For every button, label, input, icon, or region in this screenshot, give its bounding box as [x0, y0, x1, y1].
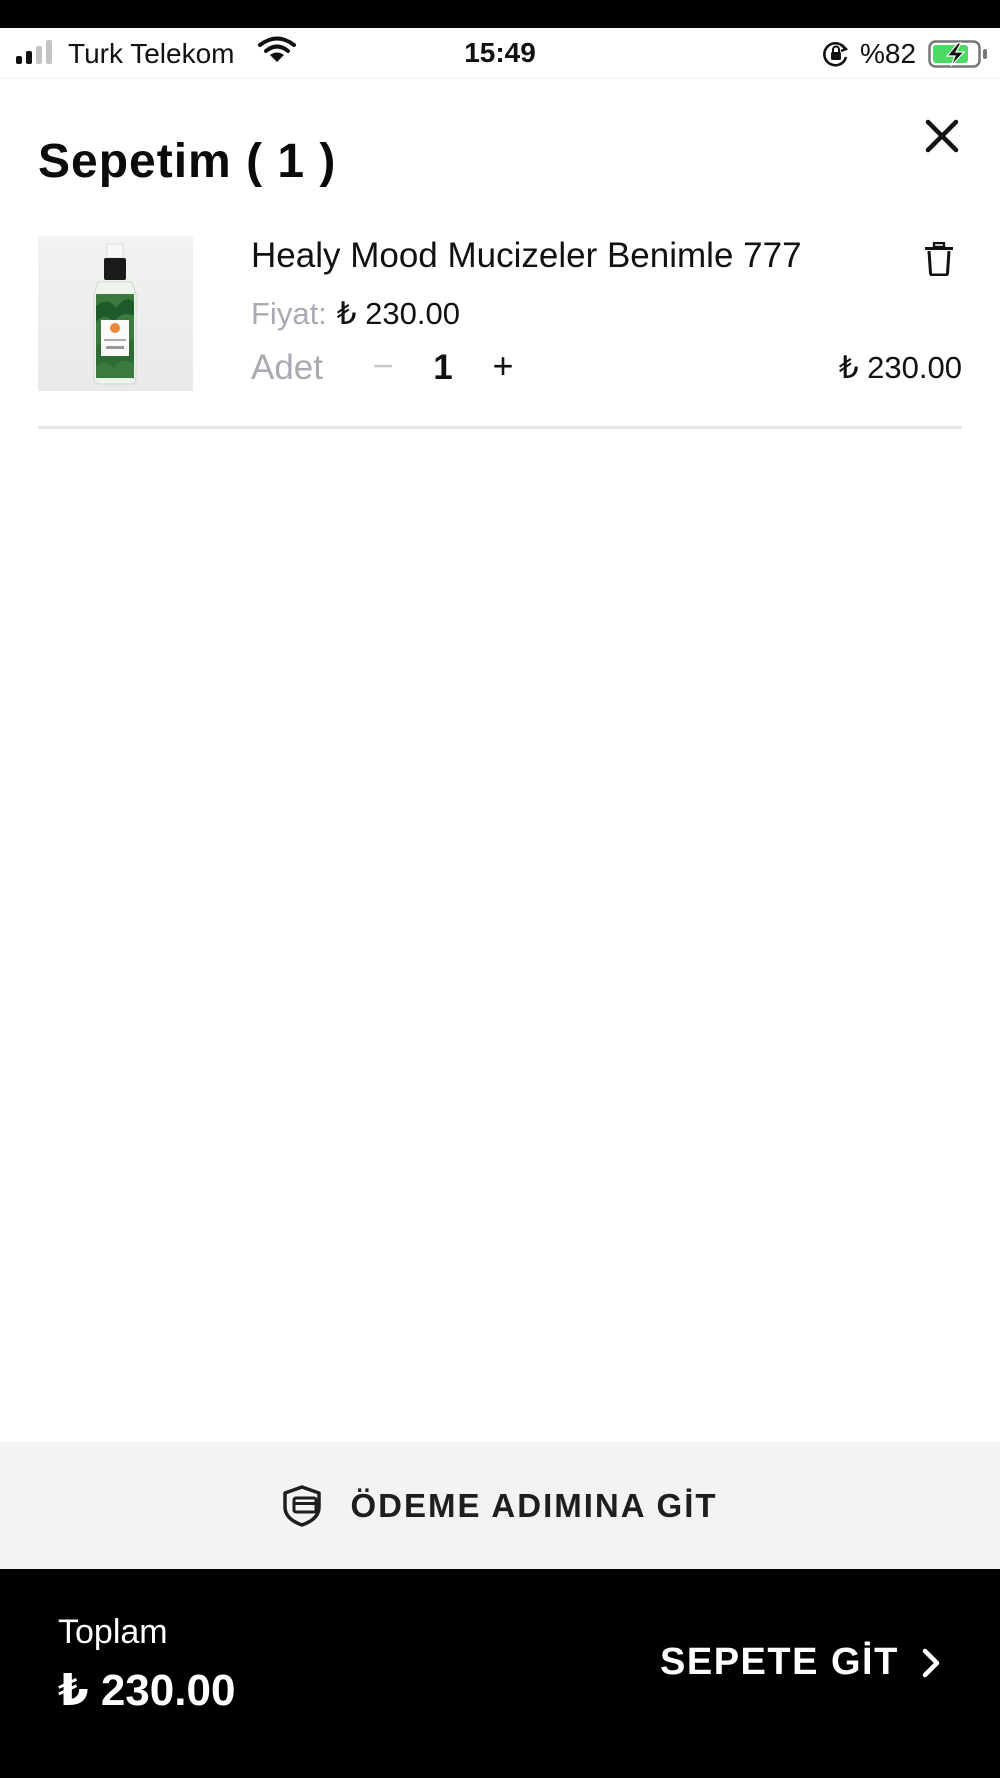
go-to-cart-button[interactable]: SEPETE GİT [660, 1641, 941, 1684]
product-name[interactable]: Healy Mood Mucizeler Benimle 777 [251, 236, 802, 276]
delete-item-button[interactable] [924, 241, 954, 281]
trash-icon [925, 241, 953, 277]
quantity-row: Adet − 1 + ₺ 230.00 [251, 345, 962, 392]
price-row: Fiyat: ₺ 230.00 [251, 296, 460, 332]
go-to-cart-label: SEPETE GİT [660, 1641, 899, 1683]
orientation-lock-icon [822, 40, 850, 73]
product-image[interactable] [38, 236, 193, 391]
total-label: Toplam [58, 1613, 168, 1651]
total-value: ₺ 230.00 [58, 1666, 236, 1715]
checkout-step-button[interactable]: ÖDEME ADIMINA GİT [0, 1442, 1000, 1569]
battery-percent: %82 [860, 38, 917, 69]
status-bar: Turk Telekom 15:49 %82 [0, 28, 1000, 79]
quantity-decrement-button[interactable]: − [363, 345, 403, 387]
top-black-bar [0, 0, 1000, 28]
line-total: ₺ 230.00 [838, 350, 962, 385]
chevron-right-icon [921, 1647, 941, 1679]
close-button[interactable] [920, 114, 964, 158]
quantity-value: 1 [433, 348, 453, 387]
payment-icon [282, 1484, 322, 1527]
cart-item: Healy Mood Mucizeler Benimle 777 Fiyat: ₺… [38, 236, 962, 429]
cart-title: Sepetim ( 1 ) [38, 135, 337, 188]
unit-price: ₺ 230.00 [336, 296, 460, 331]
cart-footer: Toplam ₺ 230.00 SEPETE GİT [0, 1569, 1000, 1778]
price-label: Fiyat: [251, 296, 327, 331]
checkout-step-label: ÖDEME ADIMINA GİT [350, 1486, 718, 1524]
clock: 15:49 [464, 37, 536, 68]
battery-icon [928, 40, 988, 73]
quantity-label: Adet [251, 348, 323, 387]
quantity-increment-button[interactable]: + [483, 345, 523, 387]
close-icon [925, 119, 959, 153]
